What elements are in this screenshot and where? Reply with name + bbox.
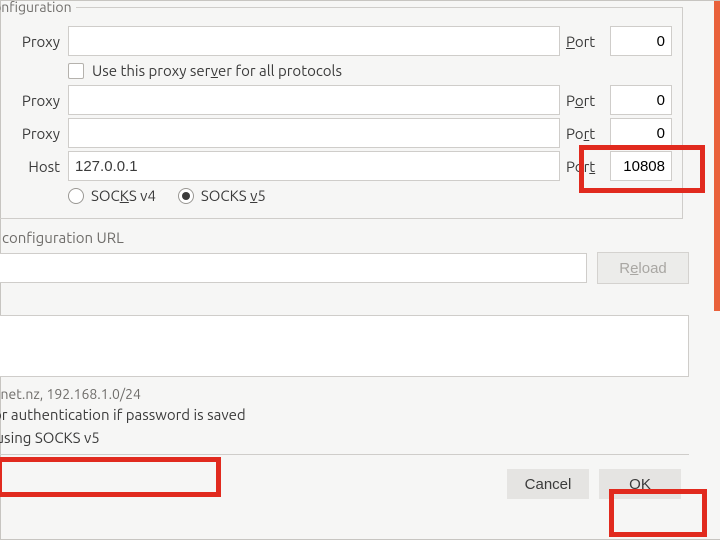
section-title: proxy configuration bbox=[0, 0, 76, 15]
ssl-proxy-host-input[interactable] bbox=[68, 85, 560, 115]
no-proxy-example: ozilla.org, .net.nz, 192.168.1.0/24 bbox=[0, 386, 689, 402]
socks-proxy-row: Host Port bbox=[0, 151, 672, 181]
socks-v5-radio[interactable]: SOCKS v5 bbox=[178, 187, 266, 204]
http-proxy-row: Proxy Port bbox=[0, 26, 672, 56]
use-for-all-label: Use this proxy server for all protocols bbox=[92, 62, 342, 79]
manual-proxy-fieldset: proxy configuration Proxy Port Use this … bbox=[0, 0, 683, 219]
http-proxy-host-input[interactable] bbox=[68, 26, 560, 56]
ftp-proxy-host-input[interactable] bbox=[68, 118, 560, 148]
socks-v5-label: SOCKS v5 bbox=[201, 187, 266, 204]
ssl-proxy-label: Proxy bbox=[0, 92, 62, 109]
http-port-label: Port bbox=[566, 33, 604, 50]
cancel-button[interactable]: Cancel bbox=[507, 469, 589, 499]
ftp-proxy-row: Proxy Port bbox=[0, 118, 672, 148]
proxy-dns-option[interactable]: NS when using SOCKS v5 bbox=[0, 429, 689, 446]
socks-proxy-host-input[interactable] bbox=[68, 151, 560, 181]
http-port-input[interactable] bbox=[610, 26, 672, 56]
socks-v4-label: SOCKS v4 bbox=[91, 187, 156, 204]
radio-icon bbox=[68, 188, 84, 204]
no-proxy-label: or bbox=[0, 294, 689, 311]
ftp-port-label: Port bbox=[566, 125, 604, 142]
connection-settings-window: proxy configuration Proxy Port Use this … bbox=[0, 0, 720, 540]
socks-port-label: Port bbox=[566, 158, 604, 175]
radio-icon bbox=[178, 188, 194, 204]
ftp-port-input[interactable] bbox=[610, 118, 672, 148]
no-proxy-textarea[interactable] bbox=[0, 315, 689, 377]
socks-proxy-label: Host bbox=[0, 158, 62, 175]
use-for-all-row[interactable]: Use this proxy server for all protocols bbox=[68, 62, 672, 79]
content-area: proxy configuration Proxy Port Use this … bbox=[0, 0, 701, 513]
scrollbar[interactable] bbox=[714, 1, 720, 311]
dialog-buttons: Cancel OK bbox=[0, 454, 689, 499]
socks-version-row: SOCKS v4 SOCKS v5 bbox=[68, 187, 672, 204]
pac-url-input[interactable] bbox=[0, 253, 587, 283]
ok-button[interactable]: OK bbox=[599, 469, 681, 499]
socks-port-input[interactable] bbox=[610, 151, 672, 181]
pac-section: atic proxy configuration URL Reload bbox=[0, 229, 689, 284]
pac-label: atic proxy configuration URL bbox=[0, 229, 689, 246]
no-proxy-section: or ozilla.org, .net.nz, 192.168.1.0/24 bbox=[0, 294, 689, 402]
reload-button: Reload bbox=[597, 252, 689, 284]
ftp-proxy-label: Proxy bbox=[0, 125, 62, 142]
http-proxy-label: Proxy bbox=[0, 33, 62, 50]
auth-prompt-option[interactable]: prompt for authentication if password is… bbox=[0, 406, 689, 423]
socks-v4-radio[interactable]: SOCKS v4 bbox=[68, 187, 156, 204]
use-for-all-checkbox[interactable] bbox=[68, 63, 84, 79]
ssl-port-label: Port bbox=[566, 92, 604, 109]
ssl-proxy-row: Proxy Port bbox=[0, 85, 672, 115]
ssl-port-input[interactable] bbox=[610, 85, 672, 115]
